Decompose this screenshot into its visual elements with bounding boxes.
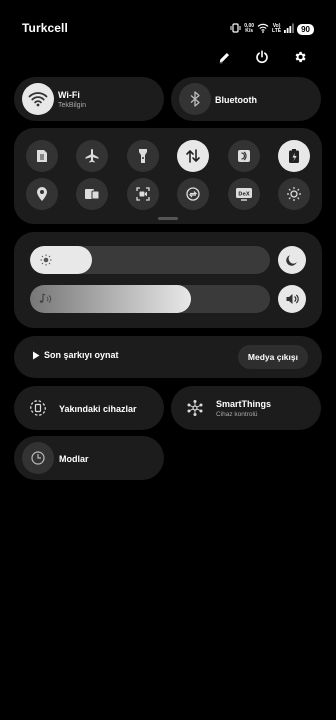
- modes-icon: [22, 442, 54, 474]
- dex-text: DeX: [238, 191, 250, 197]
- wifi-toggle[interactable]: Wi-Fi TekBilgin: [14, 77, 164, 121]
- smartthings-button[interactable]: SmartThings Cihaz kontrolü: [171, 386, 321, 430]
- media-output-label: Medya çıkışı: [247, 352, 298, 362]
- play-last-song-label: Son şarkıyı oynat: [44, 350, 119, 360]
- wifi-network-name: TekBilgin: [58, 102, 87, 109]
- moon-icon: [286, 255, 297, 266]
- smartthings-subtitle: Cihaz kontrolü: [216, 411, 258, 418]
- music-note-icon: [38, 291, 54, 307]
- quick-settings-panel: DeX: [14, 128, 322, 224]
- bluetooth-label: Bluetooth: [215, 95, 257, 105]
- status-icons: 0,00 K/s Vo) LTE 90: [230, 22, 314, 36]
- dex-icon[interactable]: DeX: [227, 178, 260, 210]
- sync-icon[interactable]: [177, 178, 210, 210]
- tiles-row-1: [26, 140, 310, 172]
- volte-indicator: Vo) LTE: [272, 23, 282, 34]
- top-actions: [214, 47, 310, 67]
- slider-panel: [14, 232, 322, 328]
- network-speed: 0,00 K/s: [244, 23, 255, 34]
- volume-slider-fill: [30, 285, 191, 313]
- settings-icon[interactable]: [290, 47, 310, 67]
- modes-label: Modlar: [59, 454, 89, 464]
- sound-mode-button[interactable]: [278, 285, 306, 313]
- drag-handle[interactable]: [158, 217, 178, 220]
- nearby-devices-icon: [22, 392, 54, 424]
- volume-slider[interactable]: [30, 285, 270, 313]
- location-icon[interactable]: [26, 178, 58, 210]
- wifi-status-icon: [257, 20, 269, 38]
- carrier-name: Turkcell: [22, 21, 68, 35]
- brightness-slider[interactable]: [30, 246, 270, 274]
- nfc-icon[interactable]: [227, 140, 260, 172]
- speaker-icon: [286, 294, 299, 304]
- dark-mode-button[interactable]: [278, 246, 306, 274]
- battery-level: 90: [301, 24, 310, 34]
- smartthings-icon: [179, 392, 211, 424]
- screen-recorder-icon[interactable]: [126, 178, 159, 210]
- sun-icon: [38, 252, 54, 268]
- flashlight-icon[interactable]: [126, 140, 159, 172]
- media-bar: Son şarkıyı oynat Medya çıkışı: [14, 336, 322, 378]
- battery-saver-icon[interactable]: [277, 140, 310, 172]
- power-icon[interactable]: [252, 47, 272, 67]
- tiles-row-2: DeX: [26, 178, 310, 210]
- multi-device-icon[interactable]: [76, 178, 109, 210]
- play-icon: [33, 351, 40, 359]
- airplane-icon[interactable]: [76, 140, 109, 172]
- eye-comfort-icon[interactable]: [277, 178, 310, 210]
- bluetooth-icon: [179, 83, 211, 115]
- modes-button[interactable]: Modlar: [14, 436, 164, 480]
- battery-indicator: 90: [297, 23, 314, 35]
- wifi-label: Wi-Fi: [58, 90, 80, 100]
- sim-icon[interactable]: [26, 140, 58, 172]
- edit-icon[interactable]: [214, 47, 234, 67]
- wifi-icon: [22, 83, 54, 115]
- vibrate-icon: [230, 20, 241, 38]
- smartthings-label: SmartThings: [216, 399, 272, 409]
- signal-icon: [284, 20, 294, 38]
- media-output-button[interactable]: Medya çıkışı: [237, 345, 308, 369]
- play-last-song-button[interactable]: Son şarkıyı oynat: [32, 350, 119, 360]
- nearby-devices-button[interactable]: Yakındaki cihazlar: [14, 386, 164, 430]
- nearby-devices-label: Yakındaki cihazlar: [59, 404, 137, 414]
- bluetooth-toggle[interactable]: Bluetooth: [171, 77, 321, 121]
- mobile-data-icon[interactable]: [177, 140, 210, 172]
